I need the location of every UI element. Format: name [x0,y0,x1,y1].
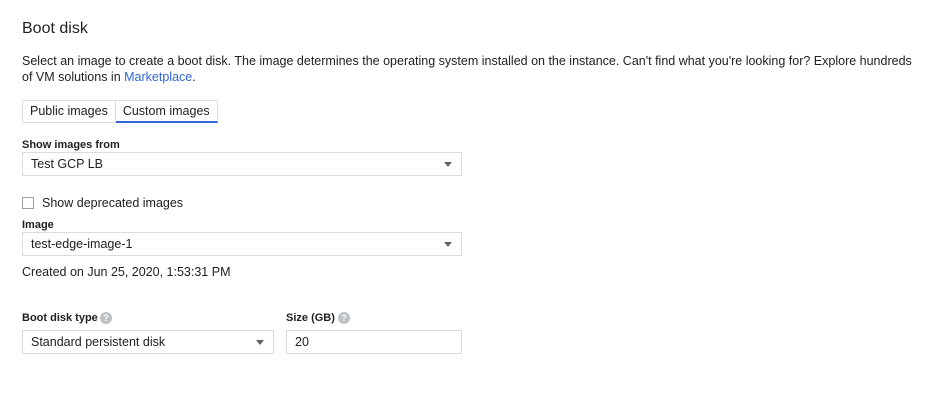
boot-disk-type-value: Standard persistent disk [31,335,166,349]
image-source-tabs: Public images Custom images [22,100,218,123]
image-created-date: Created on Jun 25, 2020, 1:53:31 PM [22,265,231,279]
chevron-down-icon [444,162,452,167]
size-input[interactable] [286,330,462,354]
show-images-from-value: Test GCP LB [31,157,104,171]
help-icon[interactable]: ? [100,312,112,324]
show-deprecated-checkbox[interactable] [22,197,34,209]
image-value: test-edge-image-1 [31,237,133,251]
chevron-down-icon [256,340,264,345]
show-images-from-label: Show images from [22,139,120,151]
size-label: Size (GB) [286,312,335,324]
image-label: Image [22,219,54,231]
image-select[interactable]: test-edge-image-1 [22,232,462,256]
marketplace-link[interactable]: Marketplace [124,70,192,84]
tab-custom-images[interactable]: Custom images [115,100,218,123]
show-deprecated-label[interactable]: Show deprecated images [42,196,183,210]
boot-disk-type-select[interactable]: Standard persistent disk [22,330,274,354]
chevron-down-icon [444,242,452,247]
section-description: Select an image to create a boot disk. T… [22,53,922,85]
tab-public-images[interactable]: Public images [22,100,116,123]
show-images-from-select[interactable]: Test GCP LB [22,152,462,176]
boot-disk-type-label: Boot disk type [22,312,98,324]
description-end: . [192,70,196,84]
help-icon[interactable]: ? [338,312,350,324]
section-title: Boot disk [22,20,88,37]
